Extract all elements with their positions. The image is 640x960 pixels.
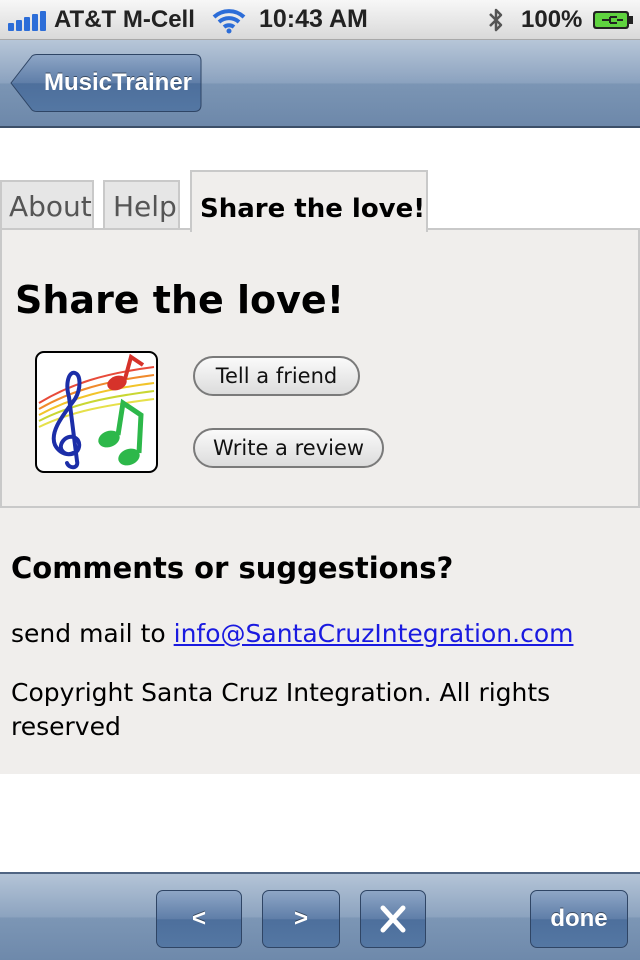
next-label: > bbox=[293, 905, 308, 932]
music-notes-icon bbox=[35, 351, 158, 473]
write-a-review-button[interactable]: Write a review bbox=[193, 428, 384, 468]
battery-charging-icon bbox=[593, 11, 633, 29]
close-x-icon bbox=[380, 905, 406, 933]
copyright-text: Copyright Santa Cruz Integration. All ri… bbox=[11, 678, 551, 741]
bottom-toolbar: < > done bbox=[0, 872, 640, 960]
navigation-bar: MusicTrainer bbox=[0, 40, 640, 128]
share-heading: Share the love! bbox=[15, 278, 345, 322]
previous-button[interactable]: < bbox=[156, 890, 242, 948]
close-button[interactable] bbox=[360, 890, 426, 948]
bluetooth-icon bbox=[489, 8, 503, 32]
carrier-name: AT&T M-Cell bbox=[54, 6, 195, 33]
email-link[interactable]: info@SantaCruzIntegration.com bbox=[174, 619, 574, 648]
status-bar: AT&T M-Cell 10:43 AM 100% bbox=[0, 0, 640, 40]
next-button[interactable]: > bbox=[262, 890, 340, 948]
tab-about[interactable]: About bbox=[0, 180, 94, 230]
comments-section: Comments or suggestions? send mail to in… bbox=[0, 508, 640, 774]
tab-share-label: Share the love! bbox=[200, 194, 426, 224]
battery-percent: 100% bbox=[521, 6, 583, 33]
signal-strength-icon bbox=[8, 9, 48, 31]
mail-prefix: send mail to bbox=[11, 619, 166, 648]
tab-share-the-love[interactable]: Share the love! bbox=[190, 170, 428, 232]
back-button-label: MusicTrainer bbox=[43, 69, 193, 96]
mail-line: send mail to info@SantaCruzIntegration.c… bbox=[11, 619, 573, 648]
done-label: done bbox=[550, 905, 608, 932]
status-time: 10:43 AM bbox=[259, 5, 368, 33]
back-button[interactable]: MusicTrainer bbox=[10, 54, 202, 112]
previous-label: < bbox=[191, 905, 206, 932]
comments-heading: Comments or suggestions? bbox=[11, 551, 454, 585]
done-button[interactable]: done bbox=[530, 890, 628, 948]
share-panel: Share the love! Tell a friend Write a re… bbox=[0, 228, 640, 508]
tell-a-friend-button[interactable]: Tell a friend bbox=[193, 356, 360, 396]
tab-help[interactable]: Help bbox=[103, 180, 180, 230]
tab-help-label: Help bbox=[113, 190, 177, 223]
tab-about-label: About bbox=[9, 190, 92, 223]
wifi-icon bbox=[212, 9, 246, 34]
